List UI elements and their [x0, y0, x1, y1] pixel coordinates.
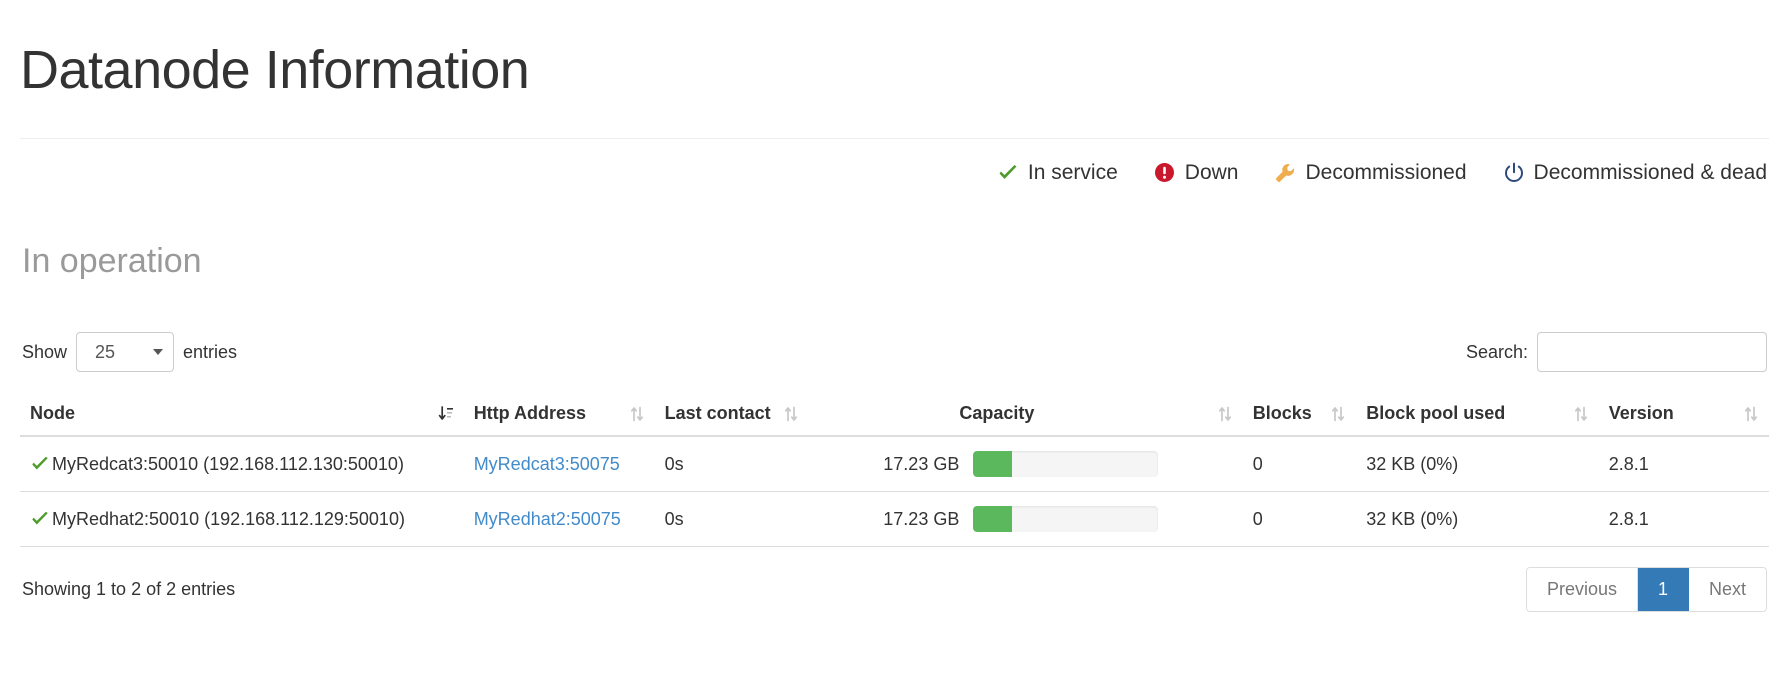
- node-name: MyRedhat2:50010 (192.168.112.129:50010): [52, 509, 405, 530]
- sort-both-icon: [1573, 405, 1589, 423]
- capacity-progress-fill: [973, 506, 1012, 532]
- table-footer: Showing 1 to 2 of 2 entries Previous 1 N…: [20, 547, 1769, 612]
- search-input[interactable]: [1537, 332, 1767, 372]
- capacity-text: 17.23 GB: [819, 509, 959, 530]
- legend-item-in-service: In service: [997, 161, 1118, 185]
- cell-http-address: MyRedcat3:50075: [464, 436, 655, 492]
- cell-capacity: 17.23 GB: [809, 436, 1242, 492]
- legend-label-decommissioned-dead: Decommissioned & dead: [1534, 161, 1767, 185]
- cell-version: 2.8.1: [1599, 492, 1769, 547]
- sort-both-icon: [783, 405, 799, 423]
- column-label-version: Version: [1609, 403, 1674, 424]
- cell-http-address: MyRedhat2:50075: [464, 492, 655, 547]
- column-header-capacity[interactable]: Capacity: [809, 394, 1242, 436]
- table-controls: Show 2550100 entries Search:: [20, 280, 1769, 372]
- next-page-button[interactable]: Next: [1689, 568, 1766, 611]
- page-title: Datanode Information: [20, 0, 1769, 99]
- datanodes-table: Node Http Address: [20, 394, 1769, 547]
- legend-label-in-service: In service: [1028, 161, 1118, 185]
- cell-block-pool-used: 32 KB (0%): [1356, 492, 1598, 547]
- table-body: MyRedcat3:50010 (192.168.112.130:50010) …: [20, 436, 1769, 547]
- sort-desc-icon: [438, 405, 454, 423]
- entries-select[interactable]: 2550100: [76, 332, 174, 372]
- column-label-http-address: Http Address: [474, 403, 586, 424]
- power-icon: [1503, 162, 1525, 184]
- column-header-version[interactable]: Version: [1599, 394, 1769, 436]
- cell-block-pool-used: 32 KB (0%): [1356, 436, 1598, 492]
- length-control: Show 2550100 entries: [22, 332, 237, 372]
- column-label-blocks: Blocks: [1253, 403, 1312, 424]
- capacity-progress-bar: [973, 451, 1158, 477]
- search-label: Search:: [1466, 342, 1528, 363]
- legend-item-down: Down: [1154, 161, 1239, 185]
- table-header: Node Http Address: [20, 394, 1769, 436]
- node-name: MyRedcat3:50010 (192.168.112.130:50010): [52, 454, 404, 475]
- cell-node: MyRedhat2:50010 (192.168.112.129:50010): [20, 492, 464, 547]
- table-header-row: Node Http Address: [20, 394, 1769, 436]
- column-header-node[interactable]: Node: [20, 394, 464, 436]
- entries-label: entries: [183, 342, 237, 363]
- entries-select-wrapper[interactable]: 2550100: [76, 332, 174, 372]
- sort-both-icon: [1743, 405, 1759, 423]
- cell-last-contact: 0s: [655, 436, 810, 492]
- datanode-information-page: Datanode Information In service Down: [0, 0, 1789, 700]
- column-header-http-address[interactable]: Http Address: [464, 394, 655, 436]
- table-row: MyRedhat2:50010 (192.168.112.129:50010) …: [20, 492, 1769, 547]
- http-address-link[interactable]: MyRedhat2:50075: [474, 509, 621, 529]
- cell-last-contact: 0s: [655, 492, 810, 547]
- previous-page-button[interactable]: Previous: [1527, 568, 1638, 611]
- http-address-link[interactable]: MyRedcat3:50075: [474, 454, 620, 474]
- section-heading-in-operation: In operation: [20, 185, 1769, 280]
- capacity-progress-fill: [973, 451, 1012, 477]
- error-circle-icon: [1154, 162, 1176, 184]
- capacity-progress-bar: [973, 506, 1158, 532]
- column-header-blocks[interactable]: Blocks: [1243, 394, 1357, 436]
- legend-label-down: Down: [1185, 161, 1239, 185]
- search-control: Search:: [1466, 332, 1767, 372]
- column-header-last-contact[interactable]: Last contact: [655, 394, 810, 436]
- legend-label-decommissioned: Decommissioned: [1305, 161, 1466, 185]
- cell-blocks: 0: [1243, 436, 1357, 492]
- pagination: Previous 1 Next: [1526, 567, 1767, 612]
- sort-both-icon: [629, 405, 645, 423]
- capacity-text: 17.23 GB: [819, 454, 959, 475]
- cell-node: MyRedcat3:50010 (192.168.112.130:50010): [20, 436, 464, 492]
- check-icon: [30, 454, 50, 474]
- check-icon: [997, 162, 1019, 184]
- show-label: Show: [22, 342, 67, 363]
- column-header-block-pool-used[interactable]: Block pool used: [1356, 394, 1598, 436]
- column-label-last-contact: Last contact: [665, 403, 771, 424]
- table-info: Showing 1 to 2 of 2 entries: [22, 579, 235, 600]
- sort-both-icon: [1330, 405, 1346, 423]
- cell-blocks: 0: [1243, 492, 1357, 547]
- check-icon: [30, 509, 50, 529]
- page-button-1[interactable]: 1: [1638, 568, 1689, 611]
- table-row: MyRedcat3:50010 (192.168.112.130:50010) …: [20, 436, 1769, 492]
- wrench-icon: [1274, 162, 1296, 184]
- legend-item-decommissioned: Decommissioned: [1274, 161, 1466, 185]
- cell-version: 2.8.1: [1599, 436, 1769, 492]
- legend-item-decommissioned-dead: Decommissioned & dead: [1503, 161, 1767, 185]
- cell-capacity: 17.23 GB: [809, 492, 1242, 547]
- column-label-block-pool-used: Block pool used: [1366, 403, 1505, 424]
- column-label-node: Node: [30, 403, 75, 424]
- column-label-capacity: Capacity: [959, 403, 1034, 424]
- sort-both-icon: [1217, 405, 1233, 423]
- status-legend: In service Down Decommissioned: [20, 139, 1769, 185]
